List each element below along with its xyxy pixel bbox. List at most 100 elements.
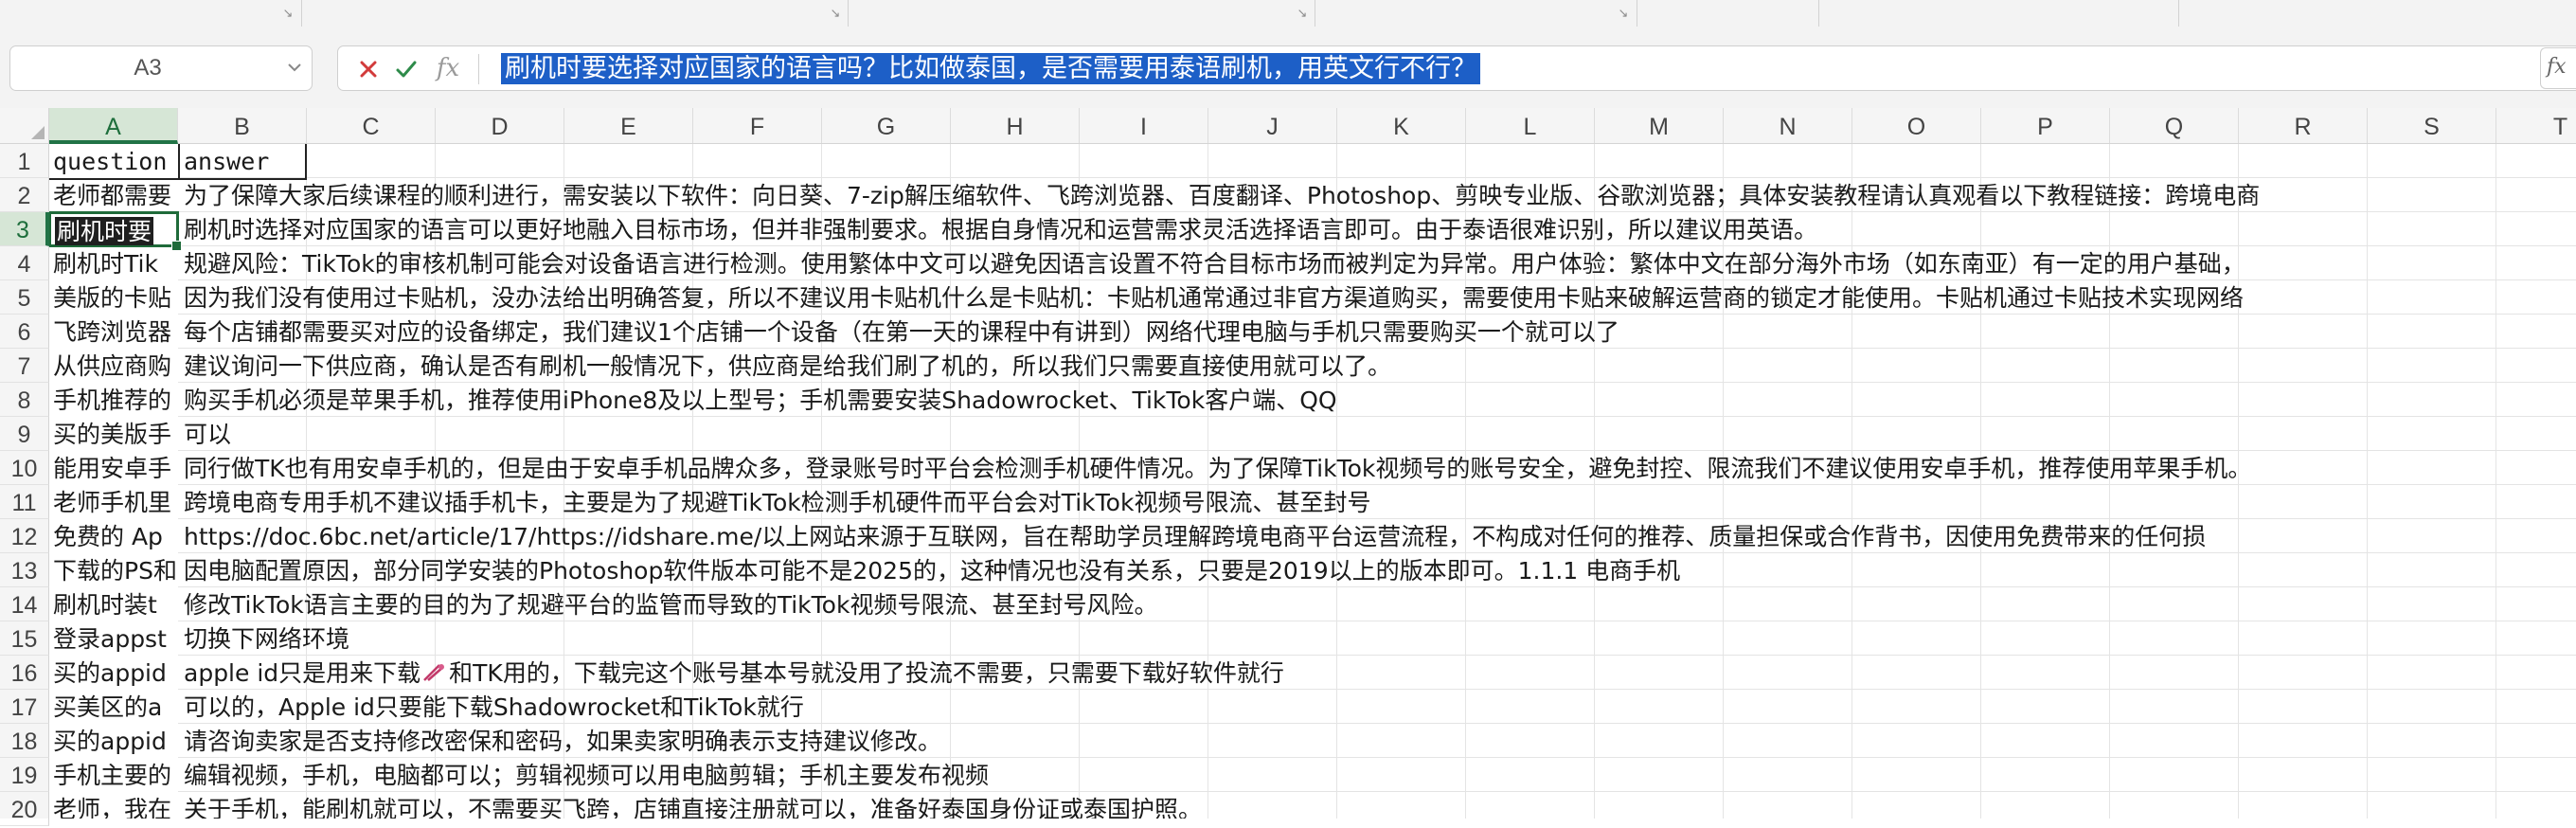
cell-a13[interactable]: 下载的PS和: [49, 553, 178, 587]
column-header-t[interactable]: T: [2496, 108, 2576, 143]
column-header-m[interactable]: M: [1595, 108, 1724, 143]
ribbon-separator: [1818, 0, 1819, 27]
chevron-down-icon[interactable]: [285, 58, 304, 77]
column-header-r[interactable]: R: [2239, 108, 2368, 143]
column-header-c[interactable]: C: [307, 108, 436, 143]
cell-a9[interactable]: 买的美版手: [49, 417, 178, 451]
cell-b11[interactable]: 跨境电商专用手机不建议插手机卡，主要是为了规避TikTok检测手机硬件而平台会对…: [178, 485, 2576, 519]
select-all-button[interactable]: [0, 108, 49, 144]
dialog-launcher-icon[interactable]: ↘: [1297, 8, 1308, 20]
cell-a16[interactable]: 买的appid: [49, 656, 178, 690]
row-header-16[interactable]: 16: [0, 656, 49, 690]
row-header-11[interactable]: 11: [0, 485, 49, 519]
column-header-f[interactable]: F: [693, 108, 822, 143]
cell-b8[interactable]: 购买手机必须是苹果手机，推荐使用iPhone8及以上型号；手机需要安装Shado…: [178, 383, 2576, 417]
name-box-value[interactable]: A3: [10, 46, 285, 90]
dialog-launcher-icon[interactable]: ↘: [830, 8, 841, 20]
cell-b5[interactable]: 因为我们没有使用过卡贴机，没办法给出明确答复，所以不建议用卡贴机什么是卡贴机：卡…: [178, 280, 2576, 315]
column-header-k[interactable]: K: [1337, 108, 1466, 143]
row-header-6[interactable]: 6: [0, 315, 49, 349]
cell-b10[interactable]: 同行做TK也有用安卓手机的，但是由于安卓手机品牌众多，登录账号时平台会检测手机硬…: [178, 451, 2576, 485]
row-header-3[interactable]: 3: [0, 212, 49, 246]
row-header-9[interactable]: 9: [0, 417, 49, 451]
column-header-b[interactable]: B: [178, 108, 307, 143]
ribbon-bottom-strip: ↘ ↘ ↘ ↘: [0, 0, 2576, 29]
cell-a10[interactable]: 能用安卓手: [49, 451, 178, 485]
cell-b18[interactable]: 请咨询卖家是否支持修改密保和密码，如果卖家明确表示支持建议修改。: [178, 724, 2576, 758]
cell-a18[interactable]: 买的appid: [49, 724, 178, 758]
cell-a7[interactable]: 从供应商购: [49, 349, 178, 383]
cell-b17[interactable]: 可以的，Apple id只要能下载Shadowrocket和TikTok就行: [178, 690, 2576, 724]
dialog-launcher-icon[interactable]: ↘: [282, 8, 294, 20]
cell-b2[interactable]: 为了保障大家后续课程的顺利进行，需安装以下软件：向日葵、7-zip解压缩软件、飞…: [178, 178, 2576, 212]
cell-b16[interactable]: apple id只是用来下载 和TK用的，下载完这个账号基本号就没用了投流不需要，…: [178, 656, 2576, 690]
column-header-d[interactable]: D: [436, 108, 564, 143]
cell-a8[interactable]: 手机推荐的: [49, 383, 178, 417]
select-all-triangle-icon[interactable]: [31, 126, 45, 139]
cell-a20[interactable]: 老师，我在: [49, 792, 178, 819]
cell-b9[interactable]: 可以: [178, 417, 2576, 451]
cell-b7[interactable]: 建议询问一下供应商，确认是否有刷机一般情况下，供应商是给我们刷了机的，所以我们只…: [178, 349, 2576, 383]
row-header-2[interactable]: 2: [0, 178, 49, 212]
column-header-g[interactable]: G: [822, 108, 951, 143]
row-header-14[interactable]: 14: [0, 587, 49, 621]
insert-function-icon[interactable]: fx: [433, 54, 463, 84]
expand-formula-bar-icon[interactable]: fx: [2540, 47, 2576, 89]
fill-handle[interactable]: [171, 241, 182, 251]
row-headers: 1 2 3 4 5 6 7 8 9 10 11 12 13 14 15 16 17 18 19 20: [0, 144, 49, 826]
cell-a5[interactable]: 美版的卡贴: [49, 280, 178, 315]
column-header-l[interactable]: L: [1466, 108, 1595, 143]
cell-b3[interactable]: 刷机时选择对应国家的语言可以更好地融入目标市场，但并非强制要求。根据自身情况和运…: [178, 212, 2576, 246]
row-header-4[interactable]: 4: [0, 246, 49, 280]
cell-b13[interactable]: 因电脑配置原因，部分同学安装的Photoshop软件版本可能不是2025的，这种…: [178, 553, 2576, 587]
column-header-h[interactable]: H: [951, 108, 1080, 143]
row-header-5[interactable]: 5: [0, 280, 49, 315]
cancel-icon[interactable]: [353, 54, 384, 84]
cell-a14[interactable]: 刷机时装t: [49, 587, 178, 621]
column-header-a[interactable]: A: [49, 108, 178, 144]
row-header-15[interactable]: 15: [0, 621, 49, 656]
column-header-o[interactable]: O: [1852, 108, 1981, 143]
row-header-12[interactable]: 12: [0, 519, 49, 553]
cell-b6[interactable]: 每个店铺都需要买对应的设备绑定，我们建议1个店铺一个设备（在第一天的课程中有讲到…: [178, 315, 2576, 349]
cell-area[interactable]: 刷机时要 question answer 老师都需要 为了保障大家后续课程的顺利进行，…: [49, 144, 2576, 819]
cell-b4[interactable]: 规避风险：TikTok的审核机制可能会对设备语言进行检测。使用繁体中文可以避免因…: [178, 246, 2576, 280]
cell-b14[interactable]: 修改TikTok语言主要的目的为了规避平台的监管而导致的TikTok视频号限流、…: [178, 587, 2576, 621]
row-header-19[interactable]: 19: [0, 758, 49, 792]
row-header-13[interactable]: 13: [0, 553, 49, 587]
cell-b19[interactable]: 编辑视频，手机，电脑都可以；剪辑视频可以用电脑剪辑；手机主要发布视频: [178, 758, 2576, 792]
column-header-s[interactable]: S: [2368, 108, 2496, 143]
cell-a19[interactable]: 手机主要的: [49, 758, 178, 792]
ribbon-separator: [2178, 0, 2179, 27]
row-header-17[interactable]: 17: [0, 690, 49, 724]
row-header-20[interactable]: 20: [0, 792, 49, 826]
cell-b20[interactable]: 关于手机，能刷机就可以，不需要买飞跨，店铺直接注册就可以，准备好泰国身份证或泰国…: [178, 792, 2576, 819]
cell-a11[interactable]: 老师手机里: [49, 485, 178, 519]
column-header-q[interactable]: Q: [2110, 108, 2239, 143]
cell-a15[interactable]: 登录appst: [49, 621, 178, 656]
cell-text-part: 和TK用的，下载完这个账号基本号就没用了投流不需要，只需要下载好软件就行: [449, 659, 1284, 687]
row-header-10[interactable]: 10: [0, 451, 49, 485]
column-header-e[interactable]: E: [564, 108, 693, 143]
cell-a17[interactable]: 买美区的a: [49, 690, 178, 724]
cell-a12[interactable]: 免费的 Ap: [49, 519, 178, 553]
cell-a4[interactable]: 刷机时Tik: [49, 246, 178, 280]
row-header-1[interactable]: 1: [0, 144, 49, 178]
row-header-8[interactable]: 8: [0, 383, 49, 417]
row-header-18[interactable]: 18: [0, 724, 49, 758]
name-box[interactable]: A3: [9, 45, 313, 91]
formula-input[interactable]: 刷机时要选择对应国家的语言吗？比如做泰国，是否需要用泰语刷机，用英文行不行？: [501, 53, 1480, 84]
cell-b12[interactable]: https://doc.6bc.net/article/17/https://i…: [178, 519, 2576, 553]
cell-b15[interactable]: 切换下网络环境: [178, 621, 2576, 656]
active-cell-a3[interactable]: 刷机时要: [49, 211, 179, 247]
checkmark-icon[interactable]: [391, 54, 421, 84]
column-header-p[interactable]: P: [1981, 108, 2110, 143]
column-header-i[interactable]: I: [1080, 108, 1208, 143]
cell-text-part: apple id只是用来下载: [184, 659, 421, 687]
column-header-j[interactable]: J: [1208, 108, 1337, 143]
cell-a2[interactable]: 老师都需要: [49, 178, 178, 212]
cell-a6[interactable]: 飞跨浏览器: [49, 315, 178, 349]
column-header-n[interactable]: N: [1724, 108, 1852, 143]
dialog-launcher-icon[interactable]: ↘: [1618, 8, 1629, 20]
row-header-7[interactable]: 7: [0, 349, 49, 383]
